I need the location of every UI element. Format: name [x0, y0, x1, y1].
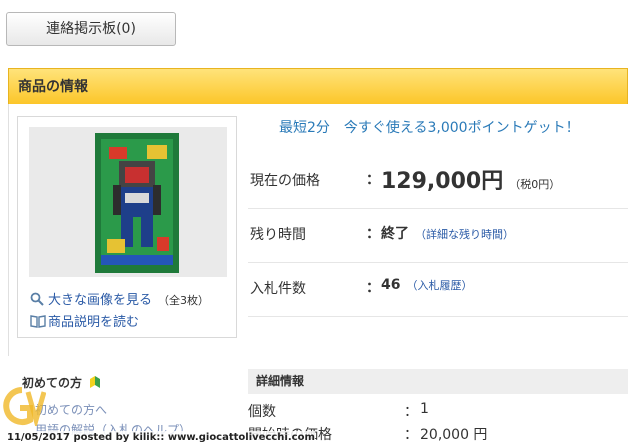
bid-count-value: 46: [381, 277, 401, 293]
detail-label: 個数: [248, 404, 276, 420]
time-left-group: 終了 （詳細な残り時間）: [381, 223, 514, 243]
beginner-leaf-icon: [89, 375, 101, 392]
colon: ：: [404, 404, 418, 420]
watermark-caption: 11/05/2017 posted by kilik:: www.giocatt…: [7, 431, 315, 444]
colon: ：: [366, 280, 380, 296]
book-icon: [30, 314, 46, 328]
watermark-logo: [0, 386, 47, 430]
magnifier-icon: [30, 292, 44, 306]
detail-row-quantity: 個数 ： 1: [248, 401, 628, 421]
product-image[interactable]: [29, 127, 227, 277]
tax-note: （税0円）: [509, 178, 561, 191]
description-row: 商品説明を読む: [30, 311, 139, 330]
time-left-label: 残り時間: [250, 227, 306, 243]
colon: ：: [404, 427, 418, 443]
current-price-label: 現在の価格: [250, 173, 320, 189]
bid-history-link[interactable]: （入札履歴）: [406, 279, 472, 292]
image-count: （全3枚）: [158, 294, 210, 307]
image-panel: 大きな画像を見る （全3枚） 商品説明を読む: [17, 116, 237, 338]
price-value-group: 129,000円 （税0円）: [381, 163, 560, 195]
section-title: 商品の情報: [8, 68, 628, 104]
enlarge-image-row: 大きな画像を見る （全3枚）: [30, 289, 209, 308]
bid-count-group: 46 （入札履歴）: [381, 277, 472, 293]
colon: ：: [366, 172, 380, 188]
details-title: 詳細情報: [248, 369, 628, 394]
bid-count-label: 入札件数: [250, 281, 306, 297]
current-price-value: 129,000円: [381, 169, 504, 194]
current-price-row: 現在の価格 ： 129,000円 （税0円）: [248, 154, 628, 209]
detail-value: 20,000 円: [420, 427, 488, 443]
toy-box-illustration: [29, 127, 227, 277]
points-promo-link[interactable]: 最短2分 今すぐ使える3,000ポイントゲット！: [279, 117, 580, 137]
bid-count-row: 入札件数 ： 46 （入札履歴）: [248, 262, 628, 317]
detail-value: 1: [420, 401, 429, 417]
detailed-time-link[interactable]: （詳細な残り時間）: [415, 228, 514, 241]
contact-board-button[interactable]: 連絡掲示板(0): [6, 12, 176, 46]
colon: ：: [366, 226, 380, 242]
read-description-link[interactable]: 商品説明を読む: [48, 315, 139, 330]
time-left-row: 残り時間 ： 終了 （詳細な残り時間）: [248, 208, 628, 263]
time-left-value: 終了: [381, 226, 409, 242]
enlarge-image-link[interactable]: 大きな画像を見る: [48, 293, 152, 308]
